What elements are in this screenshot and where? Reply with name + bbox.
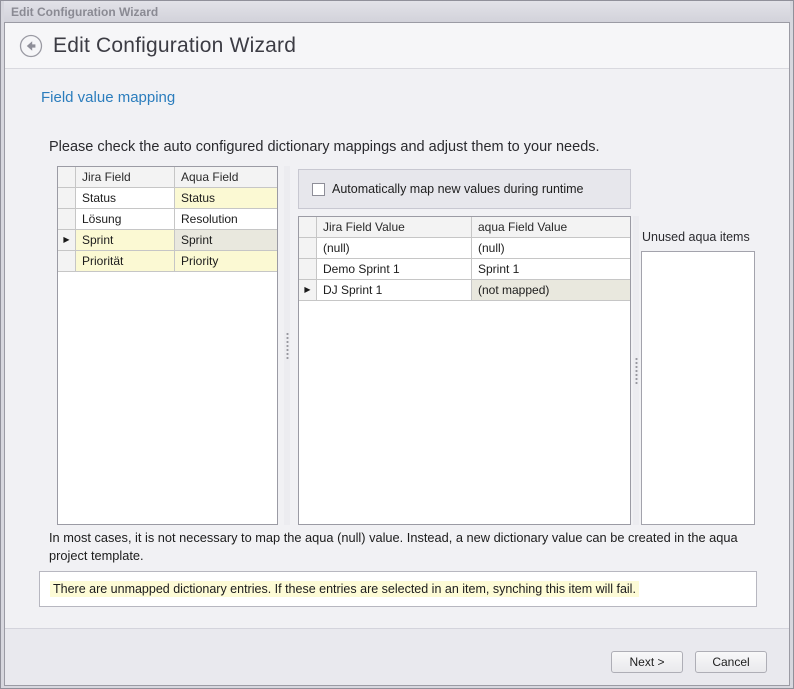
row-indicator [58,209,76,230]
page-title: Edit Configuration Wizard [53,34,296,58]
current-row-arrow-icon: ▶ [299,280,317,301]
instruction-text: Please check the auto configured diction… [49,139,600,155]
next-button[interactable]: Next > [611,651,683,673]
unused-items-label: Unused aqua items [642,230,750,244]
cell-aqua-value-focused[interactable]: (not mapped) [472,280,630,301]
back-button[interactable] [19,34,43,58]
row-indicator [58,188,76,209]
row-indicator [58,251,76,272]
column-header-aqua-field[interactable]: Aqua Field [175,167,277,188]
section-heading: Field value mapping [41,89,175,106]
current-row-arrow-icon: ▶ [58,230,76,251]
wizard-header: Edit Configuration Wizard [5,23,789,69]
cell-aqua-value[interactable]: Sprint 1 [472,259,630,280]
splitter-right[interactable] [633,216,639,525]
cell-aqua-field[interactable]: Priority [175,251,277,272]
warning-text: There are unmapped dictionary entries. I… [50,581,639,597]
column-header-aqua-field-value[interactable]: aqua Field Value [472,217,630,238]
wizard-window: Edit Configuration Wizard Edit Configura… [0,0,794,689]
table-row[interactable]: Status Status [58,188,277,209]
table-header-row: Jira Field Aqua Field [58,167,277,188]
cell-aqua-field[interactable]: Resolution [175,209,277,230]
warning-box: There are unmapped dictionary entries. I… [39,571,757,607]
cancel-button[interactable]: Cancel [695,651,767,673]
splitter-grip-icon [635,358,638,384]
auto-map-panel: Automatically map new values during runt… [298,169,631,209]
titlebar[interactable]: Edit Configuration Wizard [4,1,790,22]
cell-aqua-field-focused[interactable]: Sprint [175,230,277,251]
cell-jira-value[interactable]: Demo Sprint 1 [317,259,472,280]
table-row[interactable]: Lösung Resolution [58,209,277,230]
table-row[interactable]: (null) (null) [299,238,630,259]
window-title: Edit Configuration Wizard [11,5,158,19]
splitter-left[interactable] [284,166,290,525]
value-mapping-table: Jira Field Value aqua Field Value (null)… [298,216,631,525]
table-row-current[interactable]: ▶ Sprint Sprint [58,230,277,251]
row-indicator-header [58,167,76,188]
auto-map-label[interactable]: Automatically map new values during runt… [332,182,584,196]
cell-jira-value[interactable]: DJ Sprint 1 [317,280,472,301]
cell-jira-field[interactable]: Sprint [76,230,175,251]
unused-items-list[interactable] [641,251,755,525]
cell-jira-field[interactable]: Status [76,188,175,209]
row-indicator [299,238,317,259]
table-row[interactable]: Priorität Priority [58,251,277,272]
note-text: In most cases, it is not necessary to ma… [49,529,765,565]
column-header-jira-field-value[interactable]: Jira Field Value [317,217,472,238]
wizard-body: Edit Configuration Wizard Field value ma… [4,22,790,686]
cell-jira-field[interactable]: Lösung [76,209,175,230]
table-row-current[interactable]: ▶ DJ Sprint 1 (not mapped) [299,280,630,301]
row-indicator-header [299,217,317,238]
auto-map-checkbox[interactable] [312,183,325,196]
splitter-grip-icon [286,333,289,359]
table-header-row: Jira Field Value aqua Field Value [299,217,630,238]
table-row[interactable]: Demo Sprint 1 Sprint 1 [299,259,630,280]
cell-aqua-value[interactable]: (null) [472,238,630,259]
arrow-left-circle-icon [19,34,43,58]
cell-jira-value[interactable]: (null) [317,238,472,259]
footer: Next > Cancel [5,628,789,685]
field-mapping-table: Jira Field Aqua Field Status Status Lösu… [57,166,278,525]
column-header-jira-field[interactable]: Jira Field [76,167,175,188]
row-indicator [299,259,317,280]
cell-jira-field[interactable]: Priorität [76,251,175,272]
cell-aqua-field[interactable]: Status [175,188,277,209]
